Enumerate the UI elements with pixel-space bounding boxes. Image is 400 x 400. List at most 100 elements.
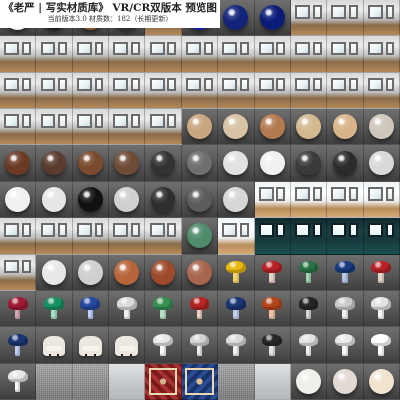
material-sphere	[41, 259, 67, 285]
mushroom-model	[189, 297, 210, 320]
material-tile	[254, 327, 291, 364]
mushroom-stem	[269, 344, 275, 356]
mushroom-stem	[269, 272, 275, 284]
material-sphere	[114, 150, 140, 176]
material-tile	[0, 363, 37, 400]
material-tile	[145, 290, 182, 328]
mushroom-model	[7, 297, 28, 320]
material-sphere	[5, 150, 31, 176]
material-tile	[109, 145, 146, 182]
mushroom-cap	[298, 260, 319, 274]
room-render	[145, 218, 182, 255]
mushroom-stem	[378, 308, 385, 320]
material-tile	[181, 181, 219, 219]
mushroom-cap	[7, 297, 28, 310]
material-tile	[36, 254, 73, 291]
material-tile	[109, 181, 146, 219]
material-sphere	[368, 150, 394, 176]
material-sphere	[187, 259, 212, 285]
rug-swatch	[145, 363, 182, 400]
material-tile	[290, 109, 328, 146]
mushroom-cap	[371, 297, 392, 310]
material-tile	[181, 327, 219, 364]
room-render	[290, 0, 328, 37]
material-sphere	[78, 259, 103, 285]
material-sphere	[187, 223, 212, 249]
mushroom-model	[262, 297, 283, 320]
room-render	[36, 72, 73, 110]
material-tile	[181, 254, 219, 291]
material-grid	[0, 0, 400, 400]
material-tile	[36, 327, 73, 364]
room-render	[109, 72, 146, 110]
material-tile	[363, 109, 400, 146]
mushroom-stem	[87, 308, 94, 320]
mushroom-cap	[44, 297, 64, 310]
mushroom-model	[225, 260, 246, 284]
material-sphere	[150, 150, 176, 176]
mushroom-model	[262, 260, 283, 284]
mushroom-stem	[233, 272, 239, 284]
mushroom-cap	[225, 297, 246, 310]
mushroom-cap	[335, 260, 355, 274]
room-render	[363, 72, 400, 110]
material-tile	[0, 327, 37, 364]
material-tile	[254, 109, 291, 146]
fabric-swatch	[218, 363, 255, 400]
material-tile	[363, 145, 400, 182]
material-tile	[0, 181, 37, 219]
room-render	[327, 181, 364, 219]
fabric-swatch	[36, 363, 73, 400]
material-tile	[218, 145, 255, 182]
mushroom-model	[262, 333, 283, 357]
mushroom-cap	[262, 260, 283, 274]
mushroom-model	[189, 333, 210, 357]
chair-model	[115, 336, 139, 356]
mushroom-cap	[335, 297, 355, 310]
room-render	[218, 218, 255, 255]
material-tile	[181, 218, 219, 255]
room-render	[181, 72, 219, 110]
room-render	[72, 36, 110, 73]
mushroom-cap	[153, 297, 173, 310]
material-tile	[254, 0, 291, 37]
room-render	[327, 72, 364, 110]
material-tile	[327, 145, 364, 182]
mushroom-model	[335, 297, 355, 320]
material-sphere	[223, 187, 249, 212]
material-tile	[254, 254, 291, 291]
material-tile	[327, 290, 364, 328]
material-tile	[290, 145, 328, 182]
material-sphere	[223, 114, 249, 140]
mushroom-stem	[123, 308, 130, 320]
material-tile	[0, 145, 37, 182]
mushroom-cap	[116, 297, 137, 310]
room-render	[181, 36, 219, 73]
material-sphere	[368, 114, 394, 140]
mushroom-model	[80, 297, 101, 320]
mushroom-stem	[196, 308, 203, 320]
mushroom-model	[225, 333, 246, 357]
room-render	[36, 109, 73, 146]
material-tile	[181, 109, 219, 146]
mushroom-cap	[80, 297, 101, 310]
room-render	[72, 109, 110, 146]
room-render	[72, 72, 110, 110]
room-render	[290, 72, 328, 110]
room-render	[0, 36, 37, 73]
room-render	[0, 72, 37, 110]
room-render	[327, 36, 364, 73]
material-tile	[145, 327, 182, 364]
floor-swatch	[109, 363, 146, 400]
mushroom-model	[371, 333, 392, 357]
room-render	[36, 218, 73, 255]
material-sphere	[41, 187, 67, 212]
material-tile	[72, 145, 110, 182]
mushroom-stem	[160, 308, 166, 320]
mushroom-model	[298, 297, 319, 320]
material-sphere	[150, 259, 176, 285]
material-tile	[218, 0, 255, 37]
material-tile	[254, 145, 291, 182]
room-render	[0, 218, 37, 255]
mushroom-cap	[371, 260, 392, 274]
